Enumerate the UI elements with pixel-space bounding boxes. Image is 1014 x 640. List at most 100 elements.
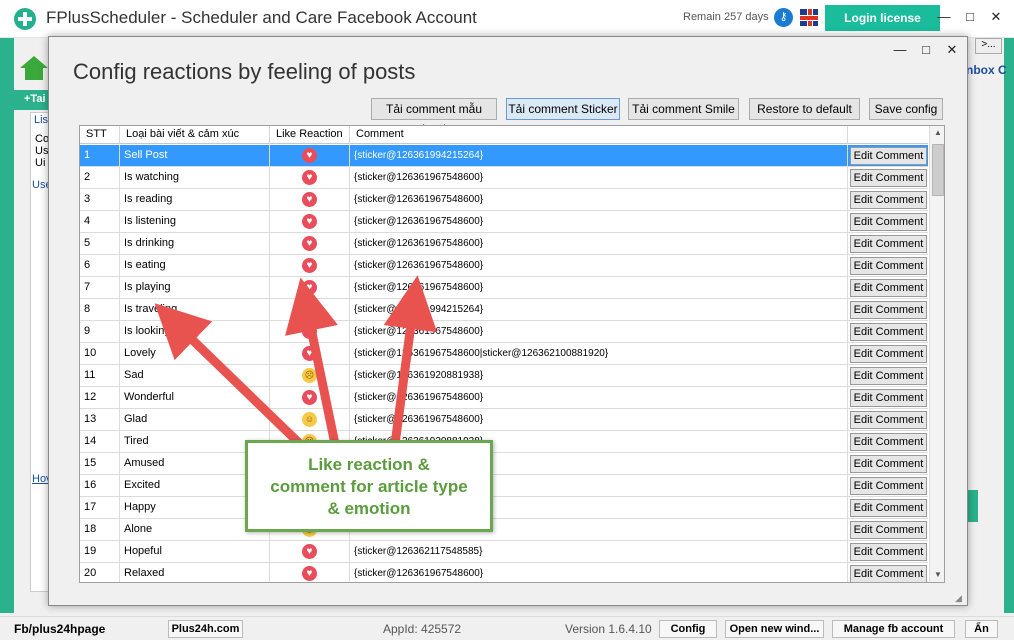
like-reaction-cell[interactable]	[270, 321, 350, 342]
resize-grip-icon[interactable]: ◢	[955, 593, 965, 603]
table-row[interactable]: 20Relaxed {sticker@126361967548600}Edit C…	[80, 563, 928, 582]
home-icon[interactable]	[20, 56, 48, 82]
table-row[interactable]: 19Hopeful {sticker@126362117548585}Edit C…	[80, 541, 928, 563]
comment-cell[interactable]: {sticker@126362117548585}	[350, 541, 848, 562]
like-reaction-cell[interactable]: ☹	[270, 365, 350, 386]
edit-comment-button[interactable]: Edit Comment	[850, 257, 927, 275]
edit-comment-button[interactable]: Edit Comment	[850, 433, 927, 451]
table-row[interactable]: 7Is playing {sticker@126361967548600}Edit…	[80, 277, 928, 299]
table-row[interactable]: 3Is reading {sticker@126361967548600}Edit…	[80, 189, 928, 211]
maximize-button[interactable]: □	[960, 8, 980, 26]
table-row[interactable]: 13 Glad ☺ {sticker@126361967548600} Edit Com…	[80, 409, 928, 431]
table-row[interactable]: 5Is drinking {sticker@126361967548600}Edi…	[80, 233, 928, 255]
like-reaction-cell[interactable]	[270, 387, 350, 408]
load-smile-button[interactable]: Tải comment Smile	[628, 98, 739, 120]
comment-cell[interactable]: {sticker@126361967548600|sticker@1263621…	[350, 343, 848, 364]
like-reaction-cell[interactable]	[270, 233, 350, 254]
edit-comment-button[interactable]: Edit Comment	[850, 169, 927, 187]
table-row[interactable]: 15Amused☺Edit Comment	[80, 453, 928, 475]
dialog-close-button[interactable]: ✕	[943, 41, 961, 59]
column-header-comment[interactable]: Comment	[350, 126, 848, 144]
comment-cell[interactable]: {sticker@126361967548600}	[350, 211, 848, 232]
load-sample-text-button[interactable]: Tải comment mẫu (text)	[371, 98, 497, 136]
comment-cell[interactable]: {sticker@126361967548600}	[350, 277, 848, 298]
edit-comment-button[interactable]: Edit Comment	[850, 367, 927, 385]
edit-comment-button[interactable]: Edit Comment	[850, 323, 927, 341]
like-reaction-cell[interactable]	[270, 145, 350, 166]
table-row[interactable]: 2Is watching {sticker@126361967548600}Edi…	[80, 167, 928, 189]
like-reaction-cell[interactable]	[270, 277, 350, 298]
scroll-up-arrow-icon[interactable]: ▲	[930, 126, 944, 140]
edit-comment-button[interactable]: Edit Comment	[850, 191, 927, 209]
comment-cell[interactable]: {sticker@126361967548600}	[350, 233, 848, 254]
scroll-thumb[interactable]	[932, 144, 944, 196]
config-button[interactable]: Config	[659, 620, 717, 638]
dialog-maximize-button[interactable]: □	[917, 41, 935, 59]
comment-cell[interactable]: {sticker@126361967548600}	[350, 387, 848, 408]
hide-button[interactable]: Ẩn	[965, 620, 998, 638]
table-row[interactable]: 10Lovely {sticker@126361967548600|sticker…	[80, 343, 928, 365]
table-row[interactable]: 1Sell Post {sticker@126361994215264}Edit …	[80, 145, 928, 167]
comment-cell[interactable]: {sticker@126361920881938}	[350, 365, 848, 386]
like-reaction-cell[interactable]	[270, 299, 350, 320]
like-reaction-cell[interactable]	[270, 211, 350, 232]
edit-comment-button[interactable]: Edit Comment	[850, 213, 927, 231]
comment-cell[interactable]: {sticker@126361967548600}	[350, 189, 848, 210]
column-header-stt[interactable]: STT	[80, 126, 120, 144]
comment-cell[interactable]: {sticker@126361967548600}	[350, 167, 848, 188]
like-reaction-cell[interactable]	[270, 167, 350, 188]
edit-comment-button[interactable]: Edit Comment	[850, 455, 927, 473]
comment-cell[interactable]: {sticker@126361994215264}	[350, 299, 848, 320]
load-sticker-button[interactable]: Tải comment Sticker	[506, 98, 620, 120]
restore-default-button[interactable]: Restore to default	[749, 98, 860, 120]
uk-flag-icon[interactable]	[800, 9, 818, 26]
login-license-button[interactable]: Login license	[825, 5, 940, 31]
column-header-type[interactable]: Loại bài viết & cảm xúc	[120, 126, 270, 144]
table-row[interactable]: 6Is eating {sticker@126361967548600}Edit …	[80, 255, 928, 277]
table-row[interactable]: 9Is looking for {sticker@126361967548600}…	[80, 321, 928, 343]
edit-comment-button[interactable]: Edit Comment	[850, 389, 927, 407]
comment-cell[interactable]: {sticker@126361967548600}	[350, 255, 848, 276]
dialog-minimize-button[interactable]: —	[891, 41, 909, 59]
table-row[interactable]: 8Is traveling {sticker@126361994215264}Ed…	[80, 299, 928, 321]
edit-comment-button[interactable]: Edit Comment	[850, 345, 927, 363]
vertical-scrollbar[interactable]: ▲ ▼	[929, 126, 944, 582]
manage-fb-account-button[interactable]: Manage fb account	[832, 620, 955, 638]
inbox-tab-fragment[interactable]: nbox C	[966, 63, 1007, 77]
comment-cell[interactable]: {sticker@126361994215264}	[350, 145, 848, 166]
like-reaction-cell[interactable]	[270, 189, 350, 210]
close-button[interactable]: ✕	[986, 8, 1006, 26]
like-reaction-cell[interactable]	[270, 541, 350, 562]
edit-comment-button[interactable]: Edit Comment	[850, 499, 927, 517]
more-button[interactable]: >...	[975, 38, 1002, 54]
like-reaction-cell[interactable]	[270, 563, 350, 582]
like-reaction-cell[interactable]	[270, 343, 350, 364]
table-row[interactable]: 16ExcitedEdit Comment	[80, 475, 928, 497]
table-row[interactable]: 14Tired☹{sticker@126361920881938}Edit Co…	[80, 431, 928, 453]
tab-fragment[interactable]: +Tai	[14, 90, 50, 110]
edit-comment-button[interactable]: Edit Comment	[850, 521, 927, 539]
save-config-button[interactable]: Save config	[869, 98, 943, 120]
edit-comment-button[interactable]: Edit Comment	[850, 279, 927, 297]
edit-comment-button[interactable]: Edit Comment	[850, 565, 927, 582]
edit-comment-button[interactable]: Edit Comment	[850, 147, 927, 165]
table-row[interactable]: 4Is listening {sticker@126361967548600}Ed…	[80, 211, 928, 233]
table-row[interactable]: 18Alone☹Edit Comment	[80, 519, 928, 541]
comment-cell[interactable]: {sticker@126361967548600}	[350, 321, 848, 342]
comment-cell[interactable]: {sticker@126361967548600}	[350, 409, 848, 430]
edit-comment-button[interactable]: Edit Comment	[850, 477, 927, 495]
minimize-button[interactable]: —	[934, 8, 954, 26]
fb-page-link[interactable]: Fb/plus24hpage	[14, 622, 105, 636]
edit-comment-button[interactable]: Edit Comment	[850, 301, 927, 319]
column-header-like[interactable]: Like Reaction	[270, 126, 350, 144]
table-row[interactable]: 17HappyEdit Comment	[80, 497, 928, 519]
table-row[interactable]: 11 Sad ☹ {sticker@126361920881938} Edit Comm…	[80, 365, 928, 387]
open-new-window-button[interactable]: Open new wind...	[725, 620, 824, 638]
edit-comment-button[interactable]: Edit Comment	[850, 235, 927, 253]
table-row[interactable]: 12Wonderful {sticker@126361967548600}Edit…	[80, 387, 928, 409]
scroll-down-arrow-icon[interactable]: ▼	[930, 568, 944, 582]
like-reaction-cell[interactable]	[270, 255, 350, 276]
site-button[interactable]: Plus24h.com	[168, 620, 243, 638]
key-icon[interactable]: ⚷	[774, 8, 793, 27]
edit-comment-button[interactable]: Edit Comment	[850, 543, 927, 561]
